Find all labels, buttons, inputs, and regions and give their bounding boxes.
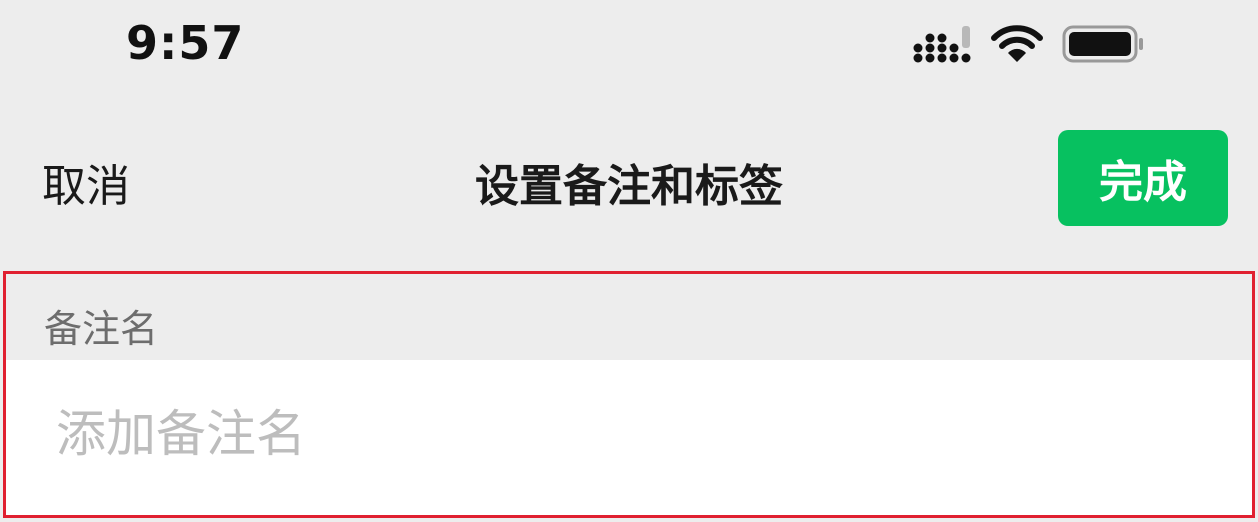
wifi-icon (991, 25, 1043, 62)
remark-label-row: 备注名 (6, 274, 1252, 360)
status-time: 9:57 (126, 16, 245, 70)
done-button[interactable]: 完成 (1058, 130, 1228, 226)
cancel-button[interactable]: 取消 (42, 150, 130, 214)
remark-input-row[interactable] (6, 360, 1252, 515)
remark-name-input[interactable] (54, 398, 1158, 470)
remark-section: 备注名 (3, 271, 1255, 518)
navigation-bar: 取消 设置备注和标签 完成 (0, 118, 1258, 238)
battery-icon (1062, 25, 1143, 63)
status-bar: 9:57 (0, 0, 1258, 95)
signal-icon (913, 26, 971, 63)
remark-section-label: 备注名 (44, 307, 159, 351)
